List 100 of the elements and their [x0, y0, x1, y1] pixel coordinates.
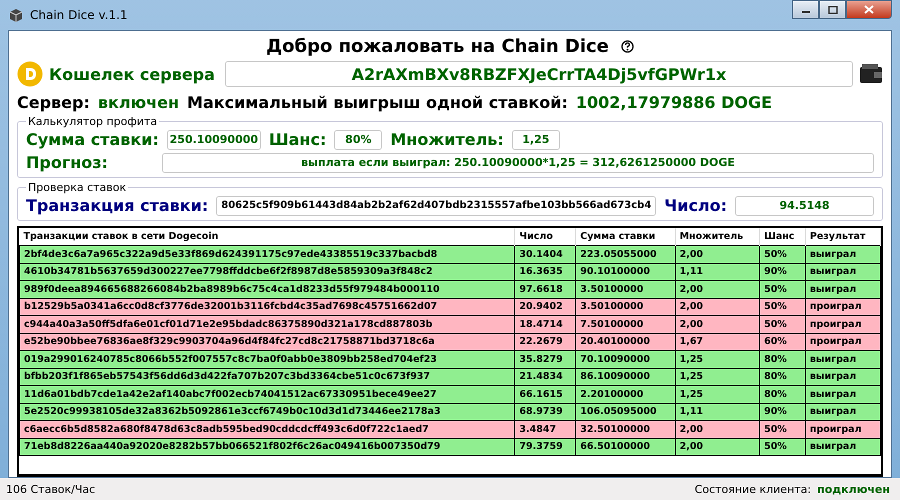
table-cell: 1,25 — [675, 368, 760, 386]
table-cell: 30.1404 — [514, 246, 576, 263]
table-cell: e52be90bbee76836ae8f329c9903704a96d4f84fc27cd8c21758871bd3718c6a — [20, 333, 515, 350]
table-cell: проиграл — [805, 298, 880, 316]
column-header[interactable]: Число — [514, 228, 576, 246]
table-cell: 71eb8d8226aa440a92020e8282b57bb066521f802f6c26ac049416b007350d79 — [20, 438, 515, 456]
column-header[interactable]: Множитель — [675, 228, 760, 246]
bets-rate: 106 Ставок/Час — [6, 482, 96, 496]
column-header[interactable]: Результат — [805, 228, 880, 246]
table-cell: 3.50100000 — [576, 298, 676, 316]
wallet-icon[interactable] — [859, 63, 883, 85]
table-cell: 80% — [760, 350, 806, 368]
bet-row[interactable]: c6aecc6b5d8582a680f8478d63c8adb595bed90cddcdcff493c6d0f722c1aed7 3.4847 32.50100000 2,00 50% проиграл — [20, 420, 880, 438]
wallet-address-field[interactable]: A2rAXmBXv8RBZFXJeCrrTA4Dj5vfGPWr1x — [224, 61, 853, 87]
minimize-button[interactable] — [792, 0, 819, 19]
bet-row[interactable]: 11d6a01bdb7cde1a42e2af140abc7f002ecb74041512ac67330951bece49ee27 66.1615 2.20100000 1,25 80% выиграл — [20, 386, 880, 403]
table-cell: 21.4834 — [514, 368, 576, 386]
bet-row[interactable]: 5e2520c99938105de32a8362b5092861e3ccf6749b0c10d3d1d73446ee2178a3 68.9739 106.05095000 1,11 90% выиграл — [20, 403, 880, 420]
server-status: включен — [98, 92, 180, 112]
bet-row[interactable]: 71eb8d8226aa440a92020e8282b57bb066521f802f6c26ac049416b007350d79 79.3759 66.50100000 2,00 50% выиграл — [20, 438, 880, 456]
bet-row[interactable]: 989f0deea894665688266084b2ba8989b6c75c4ca1d8233d55f979484b000110 97.6618 3.50100000 2,00 50% выиграл — [20, 280, 880, 298]
table-cell: выиграл — [805, 403, 880, 420]
table-cell: 32.50100000 — [576, 420, 676, 438]
table-cell: выиграл — [805, 386, 880, 403]
table-cell: 106.05095000 — [576, 403, 676, 420]
table-cell: 50% — [760, 316, 806, 333]
bet-amount-label: Сумма ставки: — [26, 130, 159, 149]
table-cell: 1,67 — [675, 333, 760, 350]
server-label: Сервер: — [17, 92, 90, 112]
table-cell: выиграл — [805, 280, 880, 298]
number-field: 94.5148 — [735, 196, 874, 216]
number-label: Число: — [664, 196, 728, 215]
max-win-value: 1002,17979886 DOGE — [576, 92, 772, 112]
max-win-label: Максимальный выигрыш одной ставкой: — [187, 92, 568, 112]
table-cell: 2,00 — [675, 298, 760, 316]
table-cell: 90.10100000 — [576, 263, 676, 280]
coin-icon — [17, 61, 43, 87]
close-button[interactable] — [846, 0, 892, 19]
table-cell: 97.6618 — [514, 280, 576, 298]
table-cell: выиграл — [805, 368, 880, 386]
client-state-label: Состояние клиента: — [694, 482, 812, 496]
table-cell: 989f0deea894665688266084b2ba8989b6c75c4ca1d8233d55f979484b000110 — [20, 280, 515, 298]
bet-row[interactable]: 019a299016240785c8066b552f007557c8c7ba0f0abb0e3809bb258ed704ef23 35.8279 70.10090000 1,25 80% выиграл — [20, 350, 880, 368]
column-header[interactable]: Шанс — [760, 228, 806, 246]
window-title: Chain Dice v.1.1 — [30, 8, 128, 22]
table-cell: 2,00 — [675, 316, 760, 333]
table-cell: 68.9739 — [514, 403, 576, 420]
table-cell: 5e2520c99938105de32a8362b5092861e3ccf6749b0c10d3d1d73446ee2178a3 — [20, 403, 515, 420]
table-cell: 90% — [760, 403, 806, 420]
maximize-button[interactable] — [819, 0, 846, 19]
group-title: Проверка ставок — [27, 181, 128, 194]
table-cell: проиграл — [805, 420, 880, 438]
bet-row[interactable]: e52be90bbee76836ae8f329c9903704a96d4f84fc27cd8c21758871bd3718c6a 22.2679 20.40100000 1,67 60% проиграл — [20, 333, 880, 350]
bet-row[interactable]: bfbb203f1f865eb57543f56dd6d3d422fa707b207c3bd3364cbe51c0c673f937 21.4834 86.10090000 1,25 80% выиграл — [20, 368, 880, 386]
column-header[interactable]: Транзакции ставок в сети Dogecoin — [20, 228, 515, 246]
welcome-heading: Добро пожаловать на Chain Dice — [266, 36, 609, 56]
bet-row[interactable]: c944a40a3a50ff5dfa6e01cf01d71e2e95bdadc86375890d321a178cd887803b 18.4714 7.50100000 2,00 50% проиграл — [20, 316, 880, 333]
table-cell: 79.3759 — [514, 438, 576, 456]
table-cell: 019a299016240785c8066b552f007557c8c7ba0f0abb0e3809bb258ed704ef23 — [20, 350, 515, 368]
table-cell: 66.1615 — [514, 386, 576, 403]
table-cell: 2.20100000 — [576, 386, 676, 403]
chance-field[interactable]: 80% — [334, 130, 382, 150]
group-title: Калькулятор профита — [27, 115, 158, 128]
table-cell: 2,00 — [675, 280, 760, 298]
bet-row[interactable]: 4610b34781b5637659d300227ee7798ffddcbe6f2f8987d8e5859309a3f848c2 16.3635 90.10100000 1,11 90% выиграл — [20, 263, 880, 280]
client-state-value: подключен — [817, 482, 890, 496]
table-cell: c6aecc6b5d8582a680f8478d63c8adb595bed90cddcdcff493c6d0f722c1aed7 — [20, 420, 515, 438]
bet-transaction-label: Транзакция ставки: — [26, 196, 208, 215]
table-cell: 22.2679 — [514, 333, 576, 350]
bet-transaction-field[interactable]: 80625c5f909b61443d84ab2b2af62d407bdb2315557afbe103bb566ad673cb4 — [216, 196, 656, 216]
table-cell: 3.50100000 — [576, 280, 676, 298]
bet-row[interactable]: 2bf4de3c6a7a965c322a9d5e33f869d624391175c97ede43385519c337bacbd8 30.1404 223.05055000 2,00 50% выиграл — [20, 246, 880, 263]
bet-row[interactable]: b12529b5a0341a6cc0d8cf3776de32001b3116fcbd4c35ad7698c45751662d07 20.9402 3.50100000 2,00 50% проиграл — [20, 298, 880, 316]
table-cell: 2bf4de3c6a7a965c322a9d5e33f869d624391175c97ede43385519c337bacbd8 — [20, 246, 515, 263]
table-cell: bfbb203f1f865eb57543f56dd6d3d422fa707b207c3bd3364cbe51c0c673f937 — [20, 368, 515, 386]
table-cell: 80% — [760, 386, 806, 403]
help-icon[interactable] — [620, 40, 634, 52]
table-cell: 70.10090000 — [576, 350, 676, 368]
column-header[interactable]: Сумма ставки — [576, 228, 676, 246]
table-cell: 50% — [760, 420, 806, 438]
table-cell: 50% — [760, 298, 806, 316]
maximize-icon[interactable] — [828, 6, 838, 14]
table-cell: выиграл — [805, 438, 880, 456]
forecast-label: Прогноз: — [26, 153, 109, 172]
table-cell: 7.50100000 — [576, 316, 676, 333]
multiplier-field[interactable]: 1,25 — [512, 130, 560, 150]
table-cell: 18.4714 — [514, 316, 576, 333]
bet-amount-field[interactable]: 250.10090000 — [166, 130, 261, 150]
table-cell: 1,11 — [675, 263, 760, 280]
table-cell: 1,11 — [675, 403, 760, 420]
table-cell: выиграл — [805, 246, 880, 263]
wallet-label: Кошелек сервера — [49, 64, 215, 84]
table-cell: 1,25 — [675, 350, 760, 368]
table-cell: 2,00 — [675, 246, 760, 263]
table-cell: 1,25 — [675, 386, 760, 403]
table-cell: b12529b5a0341a6cc0d8cf3776de32001b3116fcbd4c35ad7698c45751662d07 — [20, 298, 515, 316]
table-cell: 50% — [760, 246, 806, 263]
table-cell: c944a40a3a50ff5dfa6e01cf01d71e2e95bdadc86375890d321a178cd887803b — [20, 316, 515, 333]
table-cell: проиграл — [805, 333, 880, 350]
close-icon[interactable] — [864, 5, 874, 14]
